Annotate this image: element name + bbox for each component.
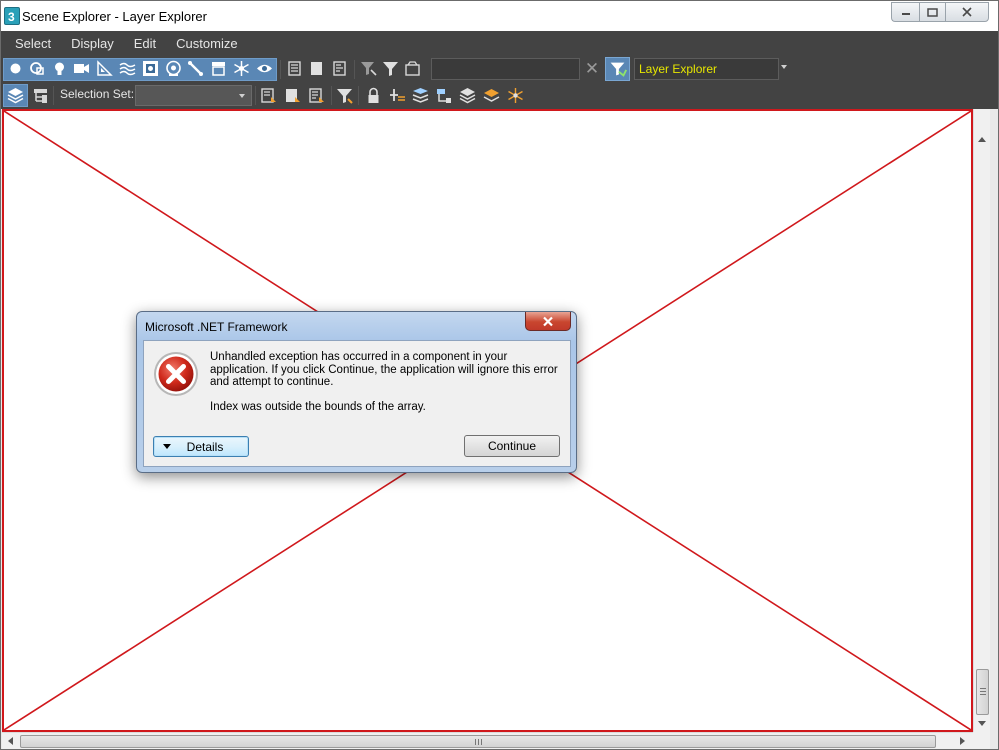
toolbar-separator [53, 86, 54, 105]
containers-icon[interactable] [210, 60, 227, 77]
select-all-icon[interactable] [286, 60, 303, 77]
filter-icon [610, 62, 628, 77]
layer-filter-icon[interactable] [336, 87, 353, 104]
display-children-icon[interactable] [404, 60, 421, 77]
highlight-layer-icon[interactable] [483, 87, 500, 104]
shapes-icon[interactable] [29, 60, 46, 77]
clear-search-icon[interactable]: ✕ [583, 59, 601, 79]
scroll-down-icon[interactable] [978, 721, 986, 726]
close-icon [962, 7, 972, 17]
active-layer-icon[interactable] [459, 87, 476, 104]
helpers-icon[interactable] [96, 60, 113, 77]
error-icon [153, 351, 199, 397]
vertical-scroll-thumb[interactable] [976, 669, 989, 715]
error-dialog: Microsoft .NET Framework Unhandled excep… [136, 311, 577, 473]
layer-properties-icon[interactable] [308, 87, 325, 104]
dialog-title: Microsoft .NET Framework [145, 320, 288, 334]
hidden-icon[interactable] [256, 60, 273, 77]
vertical-scrollbar[interactable] [973, 109, 990, 732]
continue-label: Continue [487, 439, 537, 453]
window-title: Scene Explorer - Layer Explorer [22, 9, 207, 24]
add-to-layer-icon[interactable] [284, 87, 301, 104]
geometry-icon[interactable] [7, 60, 24, 77]
menu-display[interactable]: Display [61, 31, 124, 56]
chevron-down-icon[interactable] [239, 94, 245, 98]
frozen-icon[interactable] [233, 60, 250, 77]
title-bar: 3 Scene Explorer - Layer Explorer [1, 1, 998, 31]
toolbar-separator [280, 60, 281, 79]
minimize-icon [901, 13, 910, 15]
error-message: Unhandled exception has occurred in a co… [210, 351, 558, 388]
scroll-up-icon[interactable] [978, 137, 986, 142]
3ds-max-icon: 3 [4, 7, 20, 25]
menu-select[interactable]: Select [5, 31, 61, 56]
menu-bar: Select Display Edit Customize [1, 31, 998, 56]
caption-buttons [891, 2, 989, 22]
scrollbar-corner [973, 732, 990, 749]
details-label: Details [186, 439, 224, 454]
invert-selection-icon[interactable] [331, 60, 348, 77]
menu-customize[interactable]: Customize [166, 31, 247, 56]
lock-icon[interactable] [365, 87, 382, 104]
maximize-icon [927, 7, 938, 17]
new-layer-icon[interactable] [260, 87, 277, 104]
toolbar-separator [331, 86, 332, 105]
sync-selection-icon[interactable] [360, 60, 377, 77]
toolbar-separator [354, 60, 355, 79]
horizontal-scrollbar[interactable] [2, 732, 973, 749]
explorer-name-dropdown[interactable]: Layer Explorer [634, 58, 779, 80]
bones-icon[interactable] [187, 60, 204, 77]
minimize-button[interactable] [891, 2, 919, 22]
selection-set-dropdown[interactable] [135, 85, 252, 106]
scroll-right-icon[interactable] [960, 737, 965, 745]
scene-explorer-window: 3 Scene Explorer - Layer Explorer Select… [0, 0, 999, 750]
svg-text:3: 3 [8, 10, 15, 24]
chevron-down-icon [162, 444, 171, 449]
add-selected-icon[interactable] [389, 87, 406, 104]
dialog-body: Unhandled exception has occurred in a co… [143, 340, 571, 467]
close-icon [543, 316, 553, 326]
cameras-icon[interactable] [73, 60, 90, 77]
toolbar-separator [255, 86, 256, 105]
dialog-close-button[interactable] [525, 312, 571, 331]
toolbar-separator [358, 86, 359, 105]
filter-icon[interactable] [382, 60, 399, 77]
horizontal-scroll-thumb[interactable] [20, 735, 936, 748]
continue-button[interactable]: Continue [464, 435, 560, 457]
search-input[interactable] [431, 58, 580, 80]
lights-icon[interactable] [51, 60, 68, 77]
layers-icon[interactable] [7, 87, 24, 104]
freeze-layer-icon[interactable] [507, 87, 524, 104]
selection-set-label: Selection Set: [60, 87, 135, 101]
explorer-filter-button[interactable] [605, 57, 630, 81]
xrefs-icon[interactable] [165, 60, 182, 77]
nested-layer-icon[interactable] [435, 87, 452, 104]
scroll-left-icon[interactable] [8, 737, 13, 745]
hierarchy-icon[interactable] [32, 87, 49, 104]
space-warps-icon[interactable] [119, 60, 136, 77]
maximize-button[interactable] [919, 2, 945, 22]
groups-icon[interactable] [142, 60, 159, 77]
menu-edit[interactable]: Edit [124, 31, 166, 56]
layer-stack-icon[interactable] [412, 87, 429, 104]
close-button[interactable] [945, 2, 989, 22]
error-detail: Index was outside the bounds of the arra… [210, 401, 426, 413]
select-none-icon[interactable] [308, 60, 325, 77]
details-button[interactable]: Details [153, 436, 249, 457]
chevron-down-icon[interactable] [781, 65, 787, 69]
